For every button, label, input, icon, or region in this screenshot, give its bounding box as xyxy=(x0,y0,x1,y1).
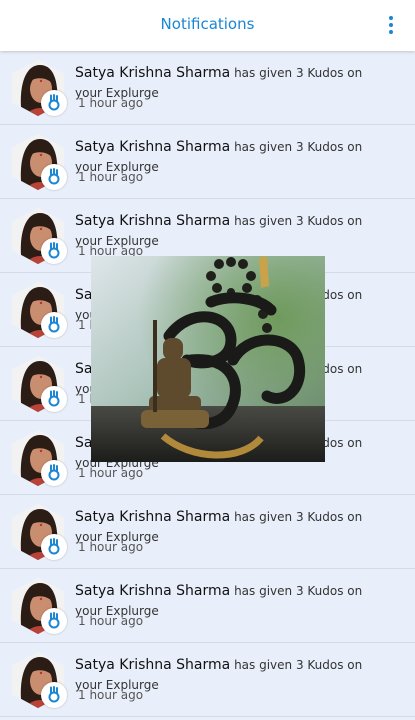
kudos-badge xyxy=(41,312,67,338)
avatar[interactable] xyxy=(10,355,67,413)
avatar[interactable] xyxy=(10,281,67,339)
avatar[interactable] xyxy=(10,59,67,117)
notification-item[interactable]: Satya Krishna Sharma has given 3 Kudos o… xyxy=(0,51,415,125)
notification-time: 1 hour ago xyxy=(78,466,144,480)
page-title: Notifications xyxy=(160,15,255,33)
kudos-badge xyxy=(41,90,67,116)
kudos-badge xyxy=(41,238,67,264)
avatar[interactable] xyxy=(10,207,67,265)
kudos-icon xyxy=(48,316,60,333)
more-vertical-icon[interactable] xyxy=(387,16,395,36)
avatar[interactable] xyxy=(10,651,67,709)
user-name[interactable]: Satya Krishna Sharma xyxy=(75,213,230,229)
kudos-icon xyxy=(48,612,60,629)
notification-item[interactable]: Satya Krishna Sharma has given 3 Kudos o… xyxy=(0,643,415,717)
kudos-icon xyxy=(48,464,60,481)
kudos-badge xyxy=(41,608,67,634)
avatar[interactable] xyxy=(10,133,67,191)
kudos-icon xyxy=(48,242,60,259)
kudos-badge xyxy=(41,460,67,486)
kudos-badge xyxy=(41,682,67,708)
notification-time: 1 hour ago xyxy=(78,170,144,184)
user-name[interactable]: Satya Krishna Sharma xyxy=(75,657,230,673)
kudos-badge xyxy=(41,534,67,560)
kudos-badge xyxy=(41,164,67,190)
notification-time: 1 hour ago xyxy=(78,540,144,554)
kudos-icon xyxy=(48,686,60,703)
avatar[interactable] xyxy=(10,577,67,635)
notification-item[interactable]: Satya Krishna Sharma has given 3 Kudos o… xyxy=(0,125,415,199)
avatar[interactable] xyxy=(10,503,67,561)
avatar[interactable] xyxy=(10,429,67,487)
notification-time: 1 hour ago xyxy=(78,614,144,628)
notification-item[interactable]: Satya Krishna Sharma has given 3 Kudos o… xyxy=(0,495,415,569)
notification-time: 1 hour ago xyxy=(78,688,144,702)
notification-item[interactable]: Satya Krishna Sharma has given 3 Kudos o… xyxy=(0,569,415,643)
user-name[interactable]: Satya Krishna Sharma xyxy=(75,509,230,525)
user-name[interactable]: Satya Krishna Sharma xyxy=(75,65,230,81)
kudos-icon xyxy=(48,390,60,407)
kudos-icon xyxy=(48,168,60,185)
kudos-icon xyxy=(48,94,60,111)
kudos-badge xyxy=(41,386,67,412)
user-name[interactable]: Satya Krishna Sharma xyxy=(75,139,230,155)
notification-time: 1 hour ago xyxy=(78,96,144,110)
kudos-icon xyxy=(48,538,60,555)
user-name[interactable]: Satya Krishna Sharma xyxy=(75,583,230,599)
om-shiva-photo xyxy=(91,256,325,462)
app-header: Notifications xyxy=(0,0,415,51)
